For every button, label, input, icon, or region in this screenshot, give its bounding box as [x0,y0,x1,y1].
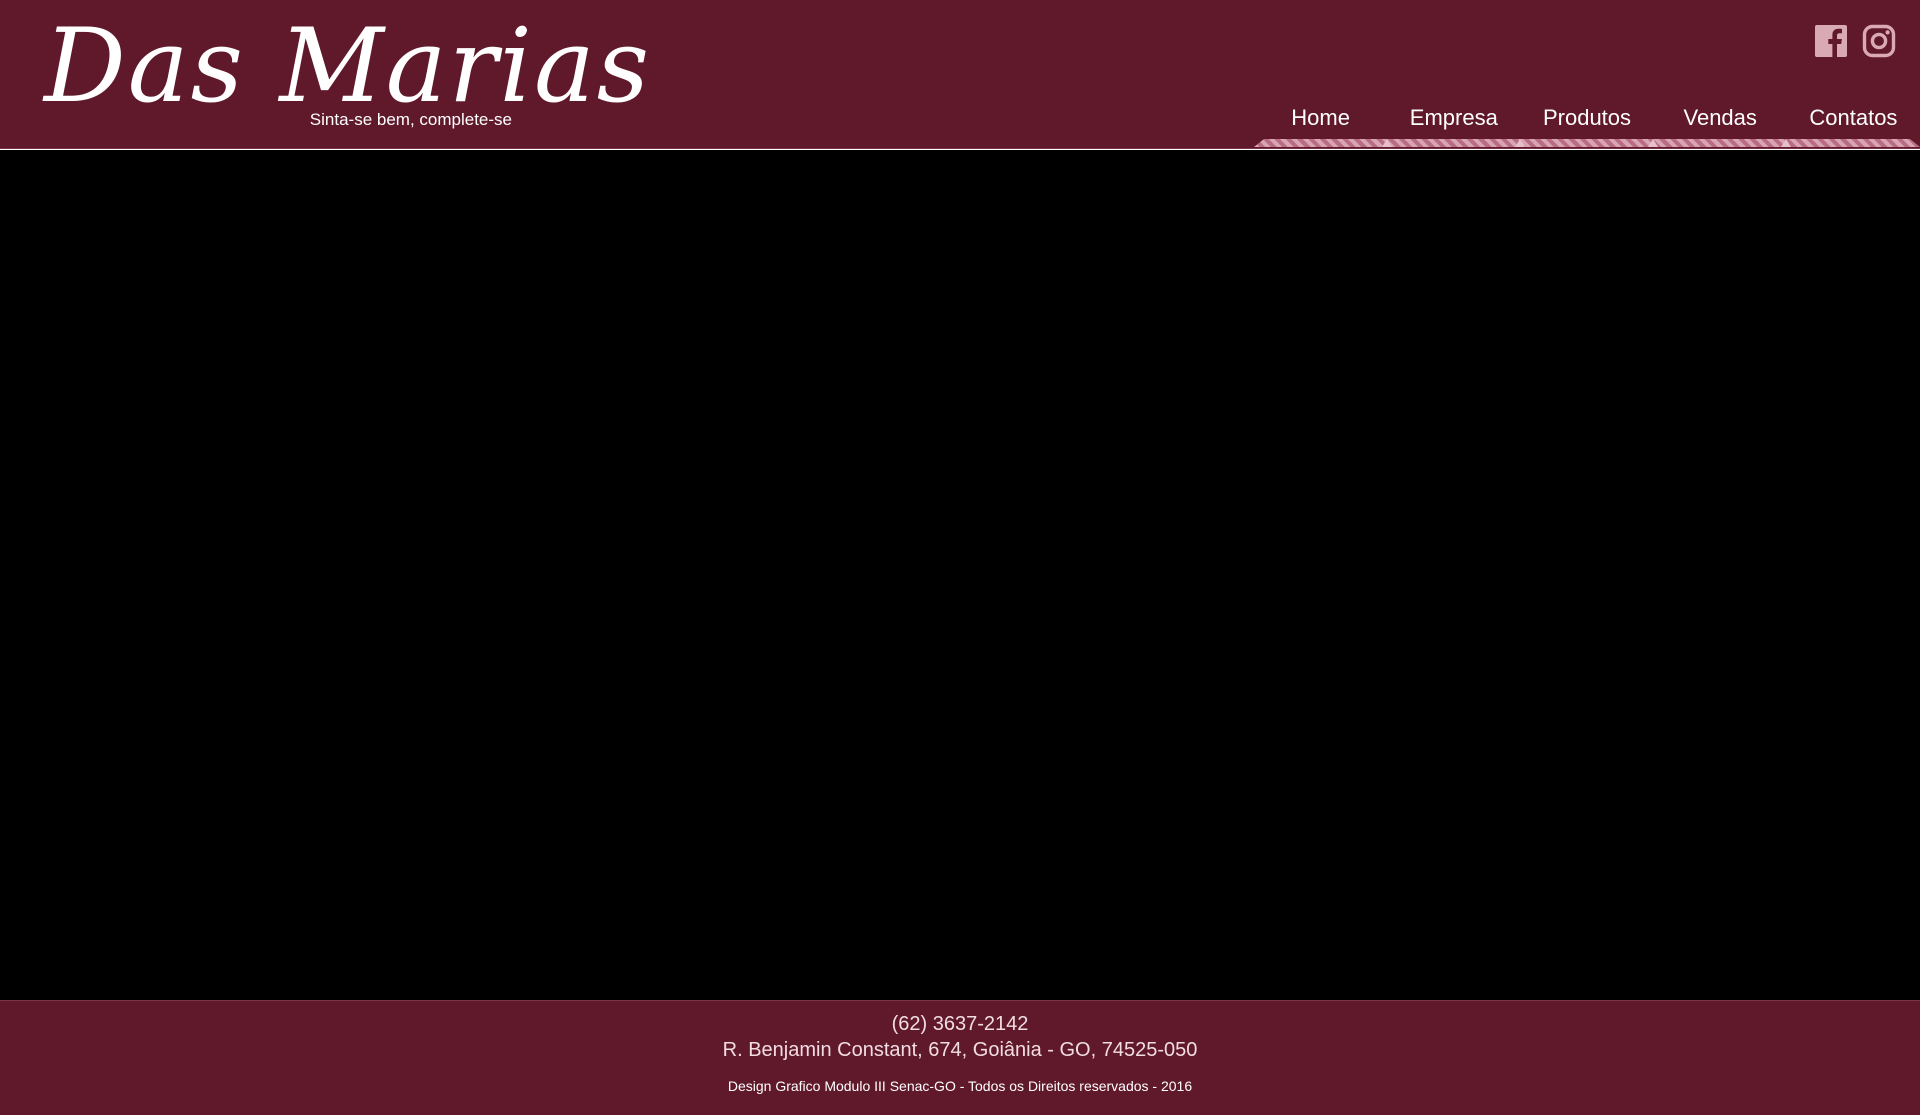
site-footer: (62) 3637-2142 R. Benjamin Constant, 674… [0,1000,1920,1115]
nav-item-empresa[interactable]: Empresa [1387,98,1520,138]
footer-phone: (62) 3637-2142 [891,1013,1029,1035]
hero-media-area [0,150,1920,1000]
nav-item-home[interactable]: Home [1254,98,1387,138]
brand-logo[interactable]: Das Marias Sinta-se bem, complete-se [44,12,649,136]
nav-decorative-trim [1254,139,1920,147]
facebook-link[interactable] [1814,24,1848,58]
main-nav: Home Empresa Produtos Vendas Contatos [1254,98,1920,148]
nav-item-produtos[interactable]: Produtos [1520,98,1653,138]
brand-name: Das Marias [44,7,652,126]
footer-credits: Design Grafico Modulo III Senac-GO - Tod… [727,1078,1193,1094]
footer-address: R. Benjamin Constant, 674, Goiânia - GO,… [722,1039,1198,1061]
page: Das Marias Sinta-se bem, complete-se Hom… [0,0,1920,1115]
site-header: Das Marias Sinta-se bem, complete-se Hom… [0,0,1920,149]
instagram-icon [1862,24,1896,58]
social-links [1814,24,1896,58]
facebook-icon [1815,25,1847,57]
nav-item-contatos[interactable]: Contatos [1787,98,1920,138]
nav-item-vendas[interactable]: Vendas [1654,98,1787,138]
brand-tagline: Sinta-se bem, complete-se [309,110,512,129]
instagram-link[interactable] [1862,24,1896,58]
